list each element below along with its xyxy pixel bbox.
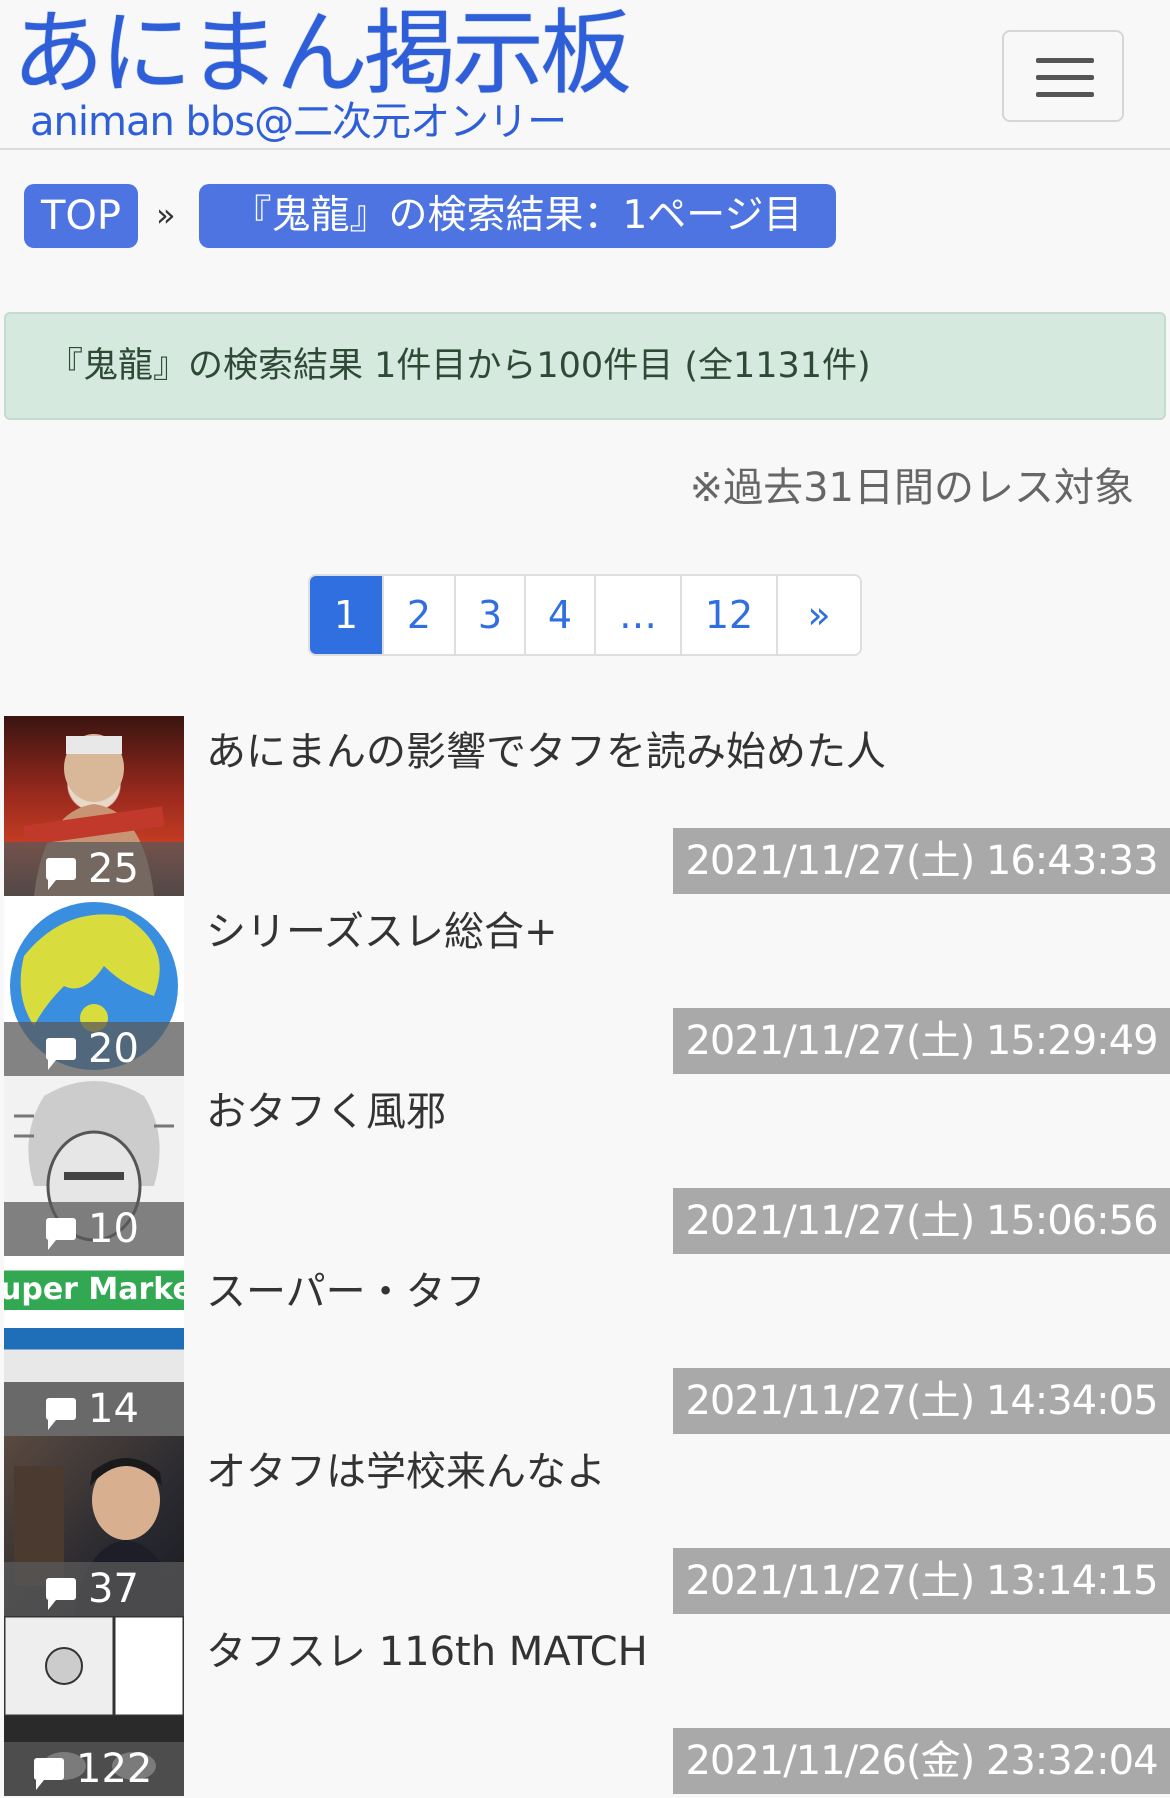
thread-date: 2021/11/27(土) 14:34:05 (673, 1368, 1170, 1434)
next-page-icon[interactable]: » (776, 576, 860, 654)
reply-count: 122 (4, 1742, 184, 1796)
thread-thumbnail[interactable]: 122 (4, 1616, 184, 1796)
thread-thumbnail[interactable]: 20 (4, 896, 184, 1076)
thread-item[interactable]: 122 タフスレ 116th MATCH 2021/11/26(金) 23:32… (0, 1616, 1170, 1796)
hamburger-icon[interactable] (1002, 30, 1124, 122)
thread-title[interactable]: スーパー・タフ (206, 1262, 486, 1322)
thread-item[interactable]: 10 おタフく風邪 2021/11/27(土) 15:06:56 (0, 1076, 1170, 1256)
page-link-2[interactable]: 2 (382, 576, 454, 654)
thread-date: 2021/11/27(土) 15:29:49 (673, 1008, 1170, 1074)
thread-date: 2021/11/27(土) 13:14:15 (673, 1548, 1170, 1614)
thread-title[interactable]: おタフく風邪 (206, 1082, 446, 1142)
page-ellipsis: … (594, 576, 680, 654)
comment-icon (34, 1758, 64, 1790)
page-link-4[interactable]: 4 (524, 576, 594, 654)
thread-title[interactable]: あにまんの影響でタフを読み始めた人 (206, 722, 886, 782)
comment-icon (46, 1038, 76, 1070)
thread-date: 2021/11/27(土) 16:43:33 (673, 828, 1170, 894)
thread-title[interactable]: タフスレ 116th MATCH (206, 1622, 648, 1682)
site-tagline: animan bbs@二次元オンリー (30, 99, 567, 145)
search-result-summary: 『鬼龍』の検索結果 1件目から100件目 (全1131件) (4, 312, 1166, 420)
thread-thumbnail[interactable]: 25 (4, 716, 184, 896)
site-header: あにまん掲示板 animan bbs@二次元オンリー (0, 0, 1170, 150)
reply-count: 20 (4, 1022, 184, 1076)
thread-date: 2021/11/27(土) 15:06:56 (673, 1188, 1170, 1254)
thread-thumbnail[interactable]: 37 (4, 1436, 184, 1616)
reply-count: 25 (4, 842, 184, 896)
breadcrumb-separator: » (156, 196, 176, 234)
page-link-12[interactable]: 12 (680, 576, 776, 654)
reply-count: 14 (4, 1382, 184, 1436)
thread-item[interactable]: 25 あにまんの影響でタフを読み始めた人 2021/11/27(土) 16:43… (0, 716, 1170, 896)
thread-item[interactable]: 37 オタフは学校来んなよ 2021/11/27(土) 13:14:15 (0, 1436, 1170, 1616)
thread-list: 25 あにまんの影響でタフを読み始めた人 2021/11/27(土) 16:43… (0, 716, 1170, 1796)
page-link-3[interactable]: 3 (454, 576, 524, 654)
breadcrumb-top-link[interactable]: TOP (24, 184, 138, 248)
reply-count: 37 (4, 1562, 184, 1616)
comment-icon (46, 1398, 76, 1430)
thread-item[interactable]: 20 シリーズスレ総合+ 2021/11/27(土) 15:29:49 (0, 896, 1170, 1076)
thread-title[interactable]: シリーズスレ総合+ (206, 902, 558, 962)
thread-thumbnail[interactable]: 10 (4, 1076, 184, 1256)
site-logo[interactable]: あにまん掲示板 (12, 4, 632, 104)
thread-item[interactable]: uper Marke 14 スーパー・タフ 2021/11/27(土) 14:3… (0, 1256, 1170, 1436)
search-scope-note: ※過去31日間のレス対象 (689, 465, 1134, 511)
comment-icon (46, 1578, 76, 1610)
pagination: 1 2 3 4 … 12 » (308, 574, 862, 656)
comment-icon (46, 1218, 76, 1250)
page-link-1[interactable]: 1 (310, 576, 382, 654)
thumbnail-sign-text: uper Marke (4, 1272, 184, 1307)
thread-date: 2021/11/26(金) 23:32:04 (673, 1728, 1170, 1794)
thread-title[interactable]: オタフは学校来んなよ (206, 1442, 606, 1502)
breadcrumb-current[interactable]: 『鬼龍』の検索結果：1ページ目 (199, 184, 836, 248)
thread-thumbnail[interactable]: uper Marke 14 (4, 1256, 184, 1436)
reply-count: 10 (4, 1202, 184, 1256)
comment-icon (46, 858, 76, 890)
